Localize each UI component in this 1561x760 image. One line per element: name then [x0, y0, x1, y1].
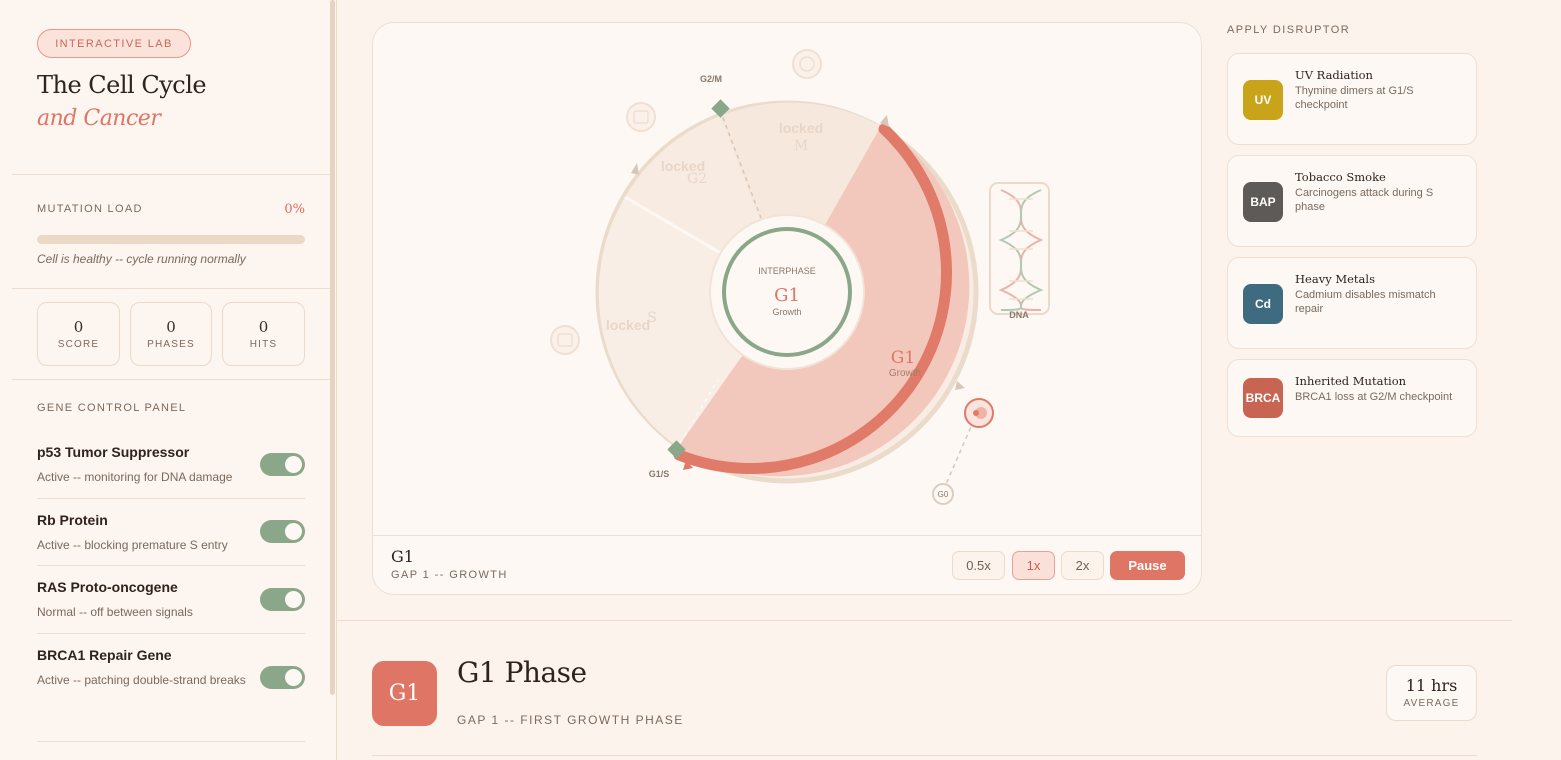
- cell-marker-nucleus: [973, 410, 979, 416]
- disruptor-desc: Thymine dimers at G1/S checkpoint: [1295, 85, 1414, 111]
- disruptor-name: Inherited Mutation: [1295, 374, 1407, 388]
- score-value: 0: [73, 318, 84, 336]
- center-label: INTERPHASE: [758, 266, 816, 276]
- dna-label: DNA: [1009, 310, 1029, 320]
- center-sub: Growth: [772, 307, 801, 317]
- speed-0.5x-button[interactable]: 0.5x: [952, 551, 1005, 580]
- gene-control-panel-heading: GENE CONTROL PANEL: [37, 402, 187, 414]
- m-label: M: [794, 138, 808, 154]
- score-stat: 0 SCORE: [37, 302, 120, 366]
- s-label: S: [647, 310, 657, 326]
- brca-badge-icon: BRCA: [1243, 378, 1283, 418]
- toggle-knob: [285, 591, 302, 608]
- phase-badge: G1: [372, 661, 437, 726]
- disruptor-name: UV Radiation: [1295, 68, 1373, 82]
- cell-cycle-wheel-card: INTERPHASE G1 Growth G1 Growth locked M …: [372, 22, 1202, 595]
- app-title: The Cell Cycle: [37, 71, 207, 99]
- gene-ras: RAS Proto-oncogene Normal -- off between…: [37, 579, 305, 634]
- gene-name: BRCA1 Repair Gene: [37, 647, 172, 663]
- ras-toggle[interactable]: [260, 588, 305, 611]
- speed-2x-button[interactable]: 2x: [1061, 551, 1104, 580]
- divider: [12, 174, 330, 175]
- mutation-load-label: MUTATION LOAD: [37, 203, 143, 215]
- phase-duration-label: AVERAGE: [1403, 698, 1460, 709]
- toggle-knob: [285, 523, 302, 540]
- rb-toggle[interactable]: [260, 520, 305, 543]
- sidebar-scrollbar[interactable]: [330, 0, 335, 695]
- disruptor-tobacco-smoke[interactable]: BAP Tobacco Smoke Carcinogens attack dur…: [1227, 155, 1477, 247]
- gene-brca1: BRCA1 Repair Gene Active -- patching dou…: [37, 647, 305, 742]
- g1s-label: G1/S: [649, 469, 670, 479]
- phases-value: 0: [166, 318, 176, 336]
- score-label: SCORE: [57, 339, 100, 350]
- mutation-load-value: 0%: [284, 202, 305, 217]
- gene-rb: Rb Protein Active -- blocking premature …: [37, 512, 305, 566]
- g1-sub-label: Growth: [889, 368, 921, 379]
- orbit-node-icon: [792, 49, 822, 79]
- divider: [337, 620, 1512, 621]
- apply-disruptor-heading: APPLY DISRUPTOR: [1227, 24, 1351, 36]
- mutation-load-bar: [37, 235, 305, 244]
- disruptor-desc: BRCA1 loss at G2/M checkpoint: [1295, 391, 1453, 403]
- orbit-node-icon: [626, 102, 656, 132]
- phase-subtitle: GAP 1 -- FIRST GROWTH PHASE: [457, 713, 684, 727]
- disruptor-heavy-metals[interactable]: Cd Heavy Metals Cadmium disables mismatc…: [1227, 257, 1477, 349]
- divider: [37, 741, 305, 742]
- toggle-knob: [285, 456, 302, 473]
- g1-label: G1: [891, 348, 915, 368]
- g2-label: G2: [687, 171, 707, 187]
- uv-badge-icon: UV: [1243, 80, 1283, 120]
- phase-duration: 11 hrs: [1405, 676, 1458, 695]
- sidebar: INTERACTIVE LAB The Cell Cycle and Cance…: [0, 0, 337, 760]
- hits-label: HITS: [249, 339, 278, 350]
- g2m-label: G2/M: [700, 74, 722, 84]
- pause-button[interactable]: Pause: [1110, 551, 1185, 580]
- phase-title: G1 Phase: [457, 656, 587, 689]
- mutation-status-text: Cell is healthy -- cycle running normall…: [37, 252, 246, 266]
- gene-status: Normal -- off between signals: [37, 605, 193, 619]
- bap-badge-icon: BAP: [1243, 182, 1283, 222]
- divider: [372, 755, 1477, 756]
- divider: [37, 498, 305, 499]
- divider: [12, 379, 330, 380]
- disruptor-name: Heavy Metals: [1295, 272, 1375, 286]
- disruptor-uv-radiation[interactable]: UV UV Radiation Thymine dimers at G1/S c…: [1227, 53, 1477, 145]
- phases-label: PHASES: [147, 339, 195, 350]
- disruptor-desc: Carcinogens attack during S phase: [1295, 187, 1434, 213]
- center-phase: G1: [774, 285, 800, 306]
- divider: [37, 633, 305, 634]
- wheel-card-footer: G1 GAP 1 -- GROWTH 0.5x 1x 2x Pause: [373, 535, 1201, 594]
- s-locked-label: locked: [606, 317, 650, 333]
- gene-status: Active -- patching double-strand breaks: [37, 673, 246, 687]
- gene-p53: p53 Tumor Suppressor Active -- monitorin…: [37, 444, 305, 499]
- phase-duration-box: 11 hrs AVERAGE: [1386, 665, 1477, 721]
- disruptor-inherited-mutation[interactable]: BRCA Inherited Mutation BRCA1 loss at G2…: [1227, 359, 1477, 437]
- arrow-icon: [631, 163, 639, 175]
- brca1-toggle[interactable]: [260, 666, 305, 689]
- cd-badge-icon: Cd: [1243, 284, 1283, 324]
- toggle-knob: [285, 669, 302, 686]
- disruptor-desc: Cadmium disables mismatch repair: [1295, 289, 1436, 315]
- divider: [37, 565, 305, 566]
- speed-1x-button[interactable]: 1x: [1012, 551, 1055, 580]
- arrow-icon: [955, 381, 965, 390]
- app-subtitle: and Cancer: [37, 106, 161, 131]
- p53-toggle[interactable]: [260, 453, 305, 476]
- cell-cycle-wheel: INTERPHASE G1 Growth G1 Growth locked M …: [550, 49, 1050, 505]
- interactive-lab-badge: INTERACTIVE LAB: [37, 29, 191, 58]
- divider: [12, 288, 330, 289]
- gene-status: Active -- blocking premature S entry: [37, 538, 228, 552]
- gene-status: Active -- monitoring for DNA damage: [37, 470, 233, 484]
- phases-stat: 0 PHASES: [130, 302, 212, 366]
- current-phase: G1: [391, 547, 414, 566]
- hits-value: 0: [258, 318, 269, 336]
- orbit-node-icon: [550, 325, 580, 355]
- current-phase-sub: GAP 1 -- GROWTH: [391, 569, 508, 581]
- hits-stat: 0 HITS: [222, 302, 305, 366]
- disruptor-name: Tobacco Smoke: [1295, 170, 1386, 184]
- g0-label: G0: [938, 490, 949, 499]
- m-locked-label: locked: [779, 120, 823, 136]
